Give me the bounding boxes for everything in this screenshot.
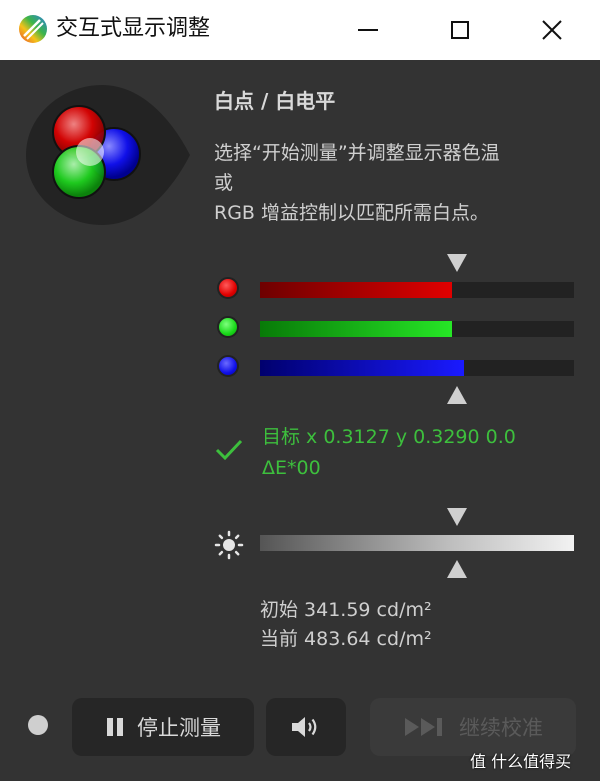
brightness-icon [214,530,244,560]
luminance-readout: 初始 341.59 cd/m² 当前 483.64 cd/m² [260,596,432,654]
stop-measurement-label: 停止测量 [137,716,221,740]
checkmark-icon [215,439,243,461]
minimize-button[interactable] [338,0,398,60]
close-icon [542,20,562,40]
green-channel-dot [217,316,239,338]
luminance-target-marker-bottom [447,560,467,578]
rgb-target-marker-bottom [447,386,467,404]
speaker-icon [292,717,317,737]
red-channel-dot [217,277,239,299]
instruction-line: 选择“开始测量”并调整显示器色温 [214,142,500,164]
target-status: 目标 x 0.3127 y 0.3290 0.0 ΔE*00 [262,422,582,484]
continue-calibration-label: 继续校准 [459,716,543,740]
watermark: 值 什么值得买 [470,752,572,771]
minimize-icon [358,29,378,31]
instruction-line: 或 [214,172,234,194]
section-heading: 白点 / 白电平 [214,89,336,113]
target-delta-e: ΔE*00 [262,457,321,479]
luminance-bar [260,535,574,551]
red-gain-bar [260,282,574,298]
red-gain-fill [260,282,452,298]
measurement-indicator-dot [28,715,48,735]
target-coordinates: 目标 x 0.3127 y 0.3290 0.0 [262,426,516,448]
initial-luminance: 初始 341.59 cd/m² [260,599,432,621]
sound-toggle-button[interactable] [266,698,346,756]
instructions: 选择“开始测量”并调整显示器色温 或 RGB 增益控制以匹配所需白点。 [214,138,574,228]
close-button[interactable] [522,0,582,60]
pause-icon [107,718,123,736]
blue-channel-dot [217,355,239,377]
rgb-target-marker-top [447,254,467,272]
title-bar: 交互式显示调整 [0,0,600,60]
luminance-target-marker-top [447,508,467,526]
current-luminance: 当前 483.64 cd/m² [260,628,432,650]
stop-measurement-button[interactable]: 停止测量 [72,698,254,756]
window-title: 交互式显示调整 [56,16,211,41]
instruction-line: RGB 增益控制以匹配所需白点。 [214,202,489,224]
green-gain-bar [260,321,574,337]
skip-forward-icon [405,718,442,736]
green-gain-fill [260,321,452,337]
maximize-icon [451,21,469,39]
rgb-white-point-logo-icon [26,85,190,225]
blue-gain-fill [260,360,465,376]
blue-gain-bar [260,360,574,376]
app-logo-icon [19,15,47,43]
maximize-button[interactable] [430,0,490,60]
